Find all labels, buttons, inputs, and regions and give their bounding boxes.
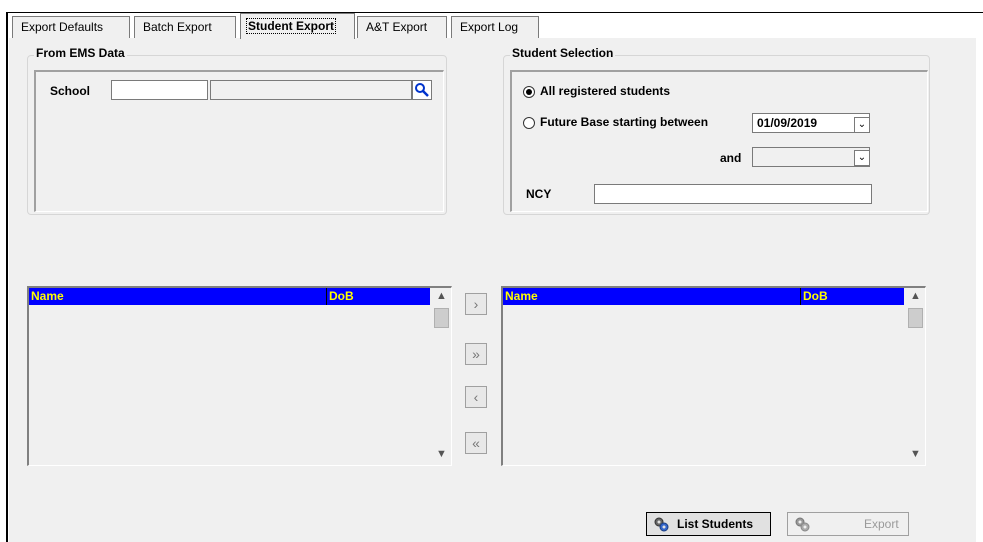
scroll-down-icon[interactable]: ▼ [433, 446, 450, 463]
selected-students-list[interactable]: Name DoB ▲ ▼ [501, 286, 926, 466]
ncy-label: NCY [526, 187, 552, 201]
student-selection-legend: Student Selection [510, 46, 616, 60]
tab-export-log[interactable]: Export Log [451, 16, 539, 38]
and-label: and [720, 151, 742, 165]
tab-student-export[interactable]: Student Export [240, 13, 355, 39]
end-date-dropdown-icon[interactable]: ⌄ [854, 150, 870, 166]
end-date-picker[interactable] [752, 147, 870, 167]
selected-list-scrollbar[interactable]: ▲ ▼ [907, 288, 924, 464]
available-list-scrollbar[interactable]: ▲ ▼ [433, 288, 450, 464]
scroll-thumb[interactable] [908, 308, 923, 328]
scroll-down-icon[interactable]: ▼ [907, 446, 924, 463]
list-students-button[interactable]: List Students [646, 512, 771, 536]
scroll-up-icon[interactable]: ▲ [907, 288, 924, 305]
move-all-right-button[interactable]: » [465, 343, 487, 365]
tab-batch-export[interactable]: Batch Export [134, 16, 236, 38]
radio-future-base[interactable] [523, 117, 535, 129]
gears-icon [654, 517, 669, 532]
tab-export-defaults[interactable]: Export Defaults [12, 16, 130, 38]
available-list-header: Name DoB [29, 288, 430, 305]
move-one-right-button[interactable]: › [465, 293, 487, 315]
school-name-field [210, 80, 412, 100]
export-button[interactable]: Export [787, 512, 909, 536]
move-all-left-button[interactable]: « [465, 432, 487, 454]
col-dob[interactable]: DoB [326, 288, 430, 305]
school-code-input[interactable] [111, 80, 208, 100]
school-label: School [50, 84, 91, 98]
gears-icon [795, 517, 810, 532]
selected-list-header: Name DoB [503, 288, 904, 305]
window: Export Defaults Batch Export Student Exp… [0, 0, 983, 542]
from-ems-group: From EMS Data [27, 46, 447, 215]
magnifier-icon [415, 83, 429, 97]
tab-at-export[interactable]: A&T Export [357, 16, 447, 38]
col-name[interactable]: Name [503, 288, 800, 305]
move-one-left-button[interactable]: ‹ [465, 386, 487, 408]
scroll-thumb[interactable] [434, 308, 449, 328]
label-future-base: Future Base starting between [540, 115, 709, 129]
col-name[interactable]: Name [29, 288, 326, 305]
from-ems-legend: From EMS Data [34, 46, 127, 60]
scroll-up-icon[interactable]: ▲ [433, 288, 450, 305]
ncy-input[interactable] [594, 184, 872, 204]
start-date-picker[interactable]: 01/09/2019 [752, 113, 870, 133]
col-dob[interactable]: DoB [800, 288, 904, 305]
label-all-registered: All registered students [540, 84, 671, 98]
school-search-button[interactable] [412, 80, 432, 100]
start-date-dropdown-icon[interactable]: ⌄ [854, 117, 870, 133]
radio-all-registered[interactable] [523, 86, 535, 98]
available-students-list[interactable]: Name DoB ▲ ▼ [27, 286, 452, 466]
